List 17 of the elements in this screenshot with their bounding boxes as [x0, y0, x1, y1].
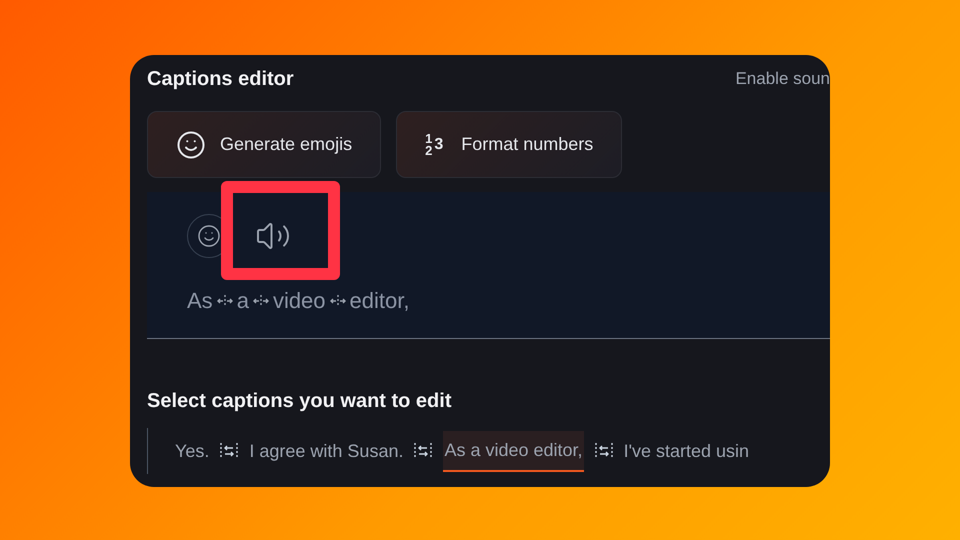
- caption-word[interactable]: a: [236, 284, 249, 317]
- caption-segment[interactable]: Yes.: [175, 432, 210, 470]
- section-heading: Select captions you want to edit: [147, 389, 452, 414]
- action-button[interactable]: Generate emojis: [147, 111, 382, 178]
- caption-word[interactable]: editor,: [350, 284, 410, 317]
- word-gap-icon: [252, 294, 269, 308]
- word-gap-icon: [216, 294, 233, 308]
- smiley-icon: [197, 224, 221, 248]
- panel-title: Captions editor: [147, 67, 294, 92]
- smiley-icon: [176, 130, 206, 160]
- sound-toggle-label: Enable soun: [735, 68, 830, 90]
- caption-segment[interactable]: I've started usin: [624, 432, 750, 470]
- caption-word[interactable]: As: [187, 284, 213, 317]
- caption-segment[interactable]: As a video editor,: [443, 430, 584, 472]
- word-gap-icon: [330, 294, 346, 308]
- caption-word[interactable]: video: [272, 284, 326, 317]
- caption-segment[interactable]: I agree with Susan.: [249, 432, 404, 470]
